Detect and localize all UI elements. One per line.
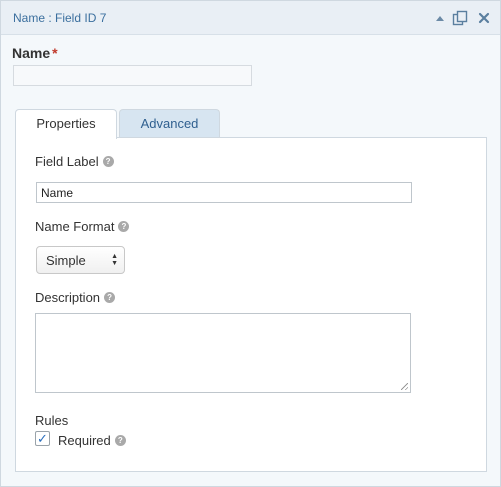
tab-properties[interactable]: Properties — [15, 109, 117, 139]
field-label-heading: Field Label ? — [35, 154, 114, 169]
name-format-select[interactable]: Simple ▲ ▼ — [36, 246, 125, 274]
select-arrows-icon: ▲ ▼ — [111, 253, 118, 267]
field-label-input[interactable] — [36, 182, 412, 203]
help-icon[interactable]: ? — [114, 435, 126, 446]
collapse-arrow-icon[interactable] — [432, 10, 448, 26]
required-label: Required — [58, 433, 111, 448]
panel-header: Name : Field ID 7 — [1, 1, 500, 35]
field-preview-label: Name * — [12, 45, 58, 61]
field-preview-label-text: Name — [12, 45, 51, 61]
description-heading: Description ? — [35, 290, 116, 305]
rules-heading: Rules — [35, 413, 69, 428]
required-option[interactable]: Required ? — [58, 433, 126, 448]
description-heading-text: Description — [35, 290, 101, 305]
name-format-heading-text: Name Format — [35, 219, 115, 234]
required-checkbox[interactable]: ✓ — [35, 431, 50, 446]
duplicate-icon[interactable] — [452, 10, 468, 26]
required-marker: * — [52, 45, 58, 61]
name-format-selected: Simple — [46, 253, 86, 268]
properties-tab-content: Field Label ? Name Format ? Simple ▲▼ De… — [15, 137, 487, 472]
field-settings-panel: Name : Field ID 7 Name * Properties Advan… — [0, 0, 501, 487]
panel-title: Name : Field ID 7 — [13, 11, 107, 25]
resize-grip-icon[interactable] — [401, 383, 408, 390]
help-icon[interactable]: ? — [118, 221, 130, 232]
field-preview-input — [13, 65, 252, 86]
field-label-heading-text: Field Label — [35, 154, 99, 169]
description-textarea[interactable] — [35, 313, 411, 393]
help-icon[interactable]: ? — [102, 156, 114, 167]
name-format-heading: Name Format ? — [35, 219, 130, 234]
checkmark-icon: ✓ — [37, 430, 48, 446]
help-icon[interactable]: ? — [104, 292, 116, 303]
delete-icon[interactable] — [476, 10, 492, 26]
tab-advanced[interactable]: Advanced — [119, 109, 220, 138]
